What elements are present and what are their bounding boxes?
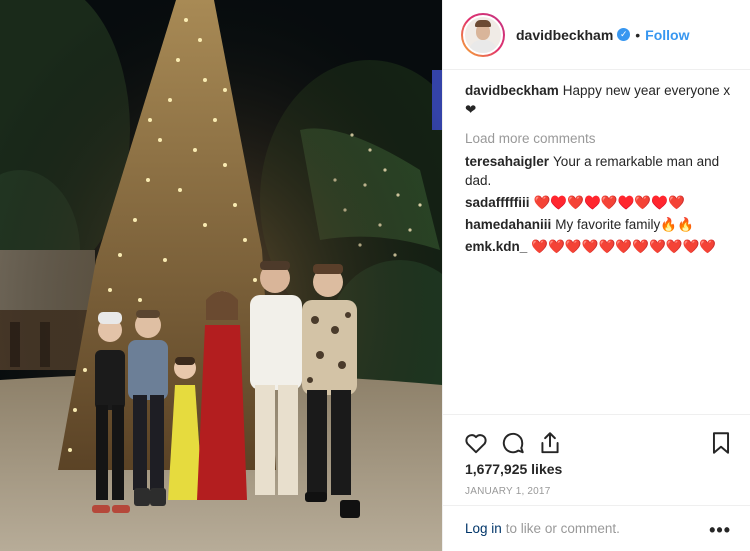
username[interactable]: davidbeckham — [516, 27, 613, 43]
login-suffix: to like or comment. — [505, 521, 620, 536]
verified-badge-icon: ✓ — [617, 28, 631, 41]
comment-username[interactable]: hamedahaniii — [465, 217, 551, 232]
comment-username[interactable]: sadafffffiii — [465, 195, 530, 210]
avatar-story-ring[interactable] — [461, 12, 505, 57]
family-christmas-tree-photo — [0, 0, 442, 551]
avatar[interactable] — [463, 14, 503, 55]
comment-username[interactable]: emk.kdn_ — [465, 239, 527, 254]
follow-button[interactable]: Follow — [645, 27, 689, 43]
post-photo[interactable] — [0, 0, 442, 551]
bookmark-icon[interactable] — [708, 430, 734, 456]
caption: davidbeckham Happy new year everyone x ❤ — [465, 81, 743, 119]
more-options-icon[interactable]: ••• — [709, 520, 731, 541]
comment-text: My favorite family🔥🔥 — [555, 217, 694, 232]
post-side-panel: davidbeckham ✓ • Follow davidbeckham Happ… — [442, 0, 750, 551]
comment-item: teresahaigler Your a remarkable man and d… — [465, 152, 743, 190]
caption-username[interactable]: davidbeckham — [465, 83, 559, 98]
post-date[interactable]: JANUARY 1, 2017 — [465, 486, 550, 497]
comment-item: sadafffffiii ❤️♥️❤️♥️❤️♥️❤️♥️❤️ — [465, 193, 743, 212]
load-more-comments-button[interactable]: Load more comments — [465, 129, 743, 148]
comments-list: davidbeckham Happy new year everyone x ❤ … — [465, 81, 743, 259]
comment-item: emk.kdn_ ❤️❤️❤️❤️❤️❤️❤️❤️❤️❤️❤️ — [465, 237, 743, 256]
comment-text: ❤️♥️❤️♥️❤️♥️❤️♥️❤️ — [533, 195, 685, 210]
comment-item: hamedahaniii My favorite family🔥🔥 — [465, 215, 743, 234]
separator-dot: • — [635, 26, 641, 43]
heart-icon[interactable] — [463, 430, 489, 456]
comment-username[interactable]: teresahaigler — [465, 154, 549, 169]
login-link[interactable]: Log in — [465, 521, 502, 536]
post-header: davidbeckham ✓ • Follow — [443, 0, 750, 70]
comment-text: ❤️❤️❤️❤️❤️❤️❤️❤️❤️❤️❤️ — [531, 239, 717, 254]
comment-icon[interactable] — [500, 430, 526, 456]
login-prompt: Log in to like or comment. ••• — [443, 505, 750, 551]
likes-count[interactable]: 1,677,925 likes — [465, 461, 562, 477]
share-icon[interactable] — [537, 430, 563, 456]
